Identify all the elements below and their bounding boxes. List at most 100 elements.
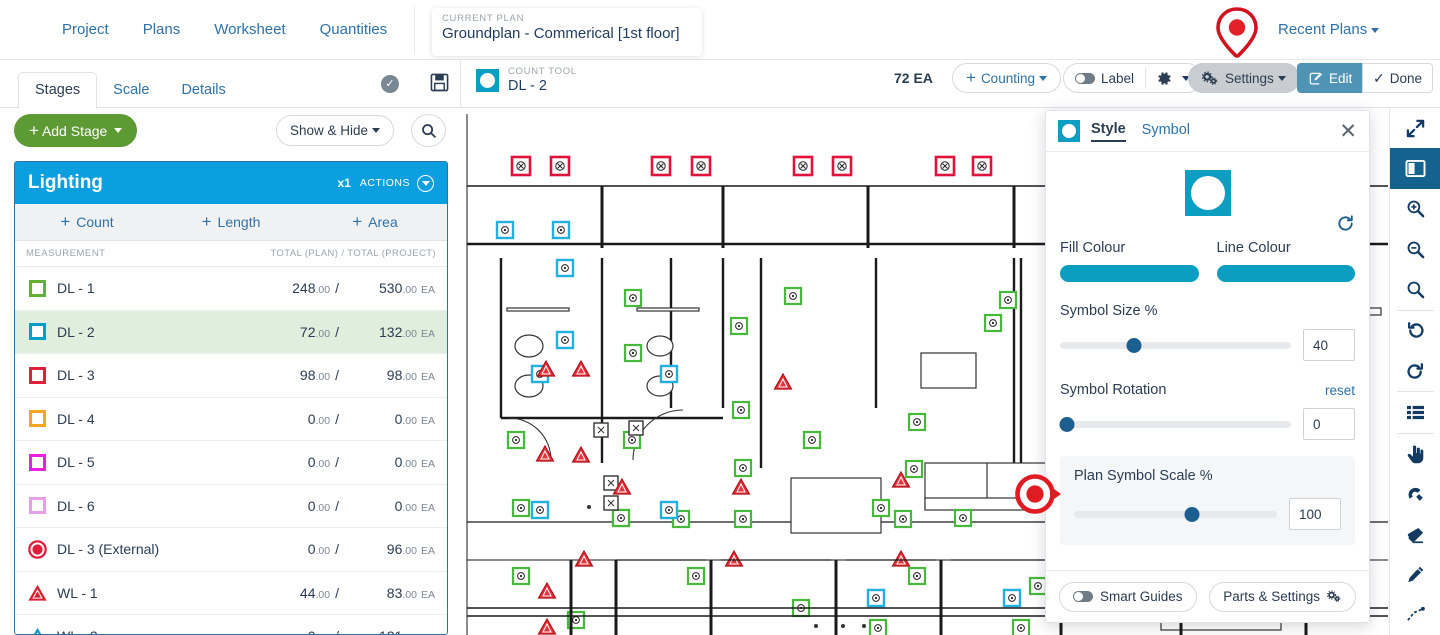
nav-item-project[interactable]: Project: [48, 13, 123, 46]
fill-colour-group: Fill Colour: [1060, 240, 1199, 282]
stage-actions-label[interactable]: ACTIONS: [360, 177, 410, 189]
counting-label: Counting: [980, 70, 1035, 86]
table-row[interactable]: DL - 5 0.00/0.00 EA: [15, 441, 447, 485]
counting-button[interactable]: + Counting: [952, 63, 1061, 93]
table-row[interactable]: DL - 2 72.00/132.00 EA: [15, 310, 447, 354]
plan-total-dec: .00: [315, 371, 331, 384]
polyline-icon[interactable]: [1390, 595, 1440, 635]
top-bar: Project Plans Worksheet Quantities CURRE…: [0, 0, 1440, 60]
table-row[interactable]: DL - 4 0.00/0.00 EA: [15, 398, 447, 441]
right-toolbar: [1389, 108, 1440, 635]
tab-symbol[interactable]: Symbol: [1142, 122, 1190, 141]
slider-handle[interactable]: [1126, 337, 1142, 353]
floppy-save-icon[interactable]: [430, 73, 449, 95]
add-count-button[interactable]: + Count: [15, 204, 159, 240]
zoom-icon[interactable]: [1390, 269, 1440, 309]
style-settings-panel: Style Symbol ✕ Fill Colour Line Colour S…: [1045, 110, 1370, 623]
table-row[interactable]: DL - 3 (External) 0.00/96.00 EA: [15, 528, 447, 572]
tab-scale[interactable]: Scale: [97, 73, 165, 108]
refresh-icon[interactable]: [1336, 214, 1355, 239]
add-measurement-row: + Count + Length + Area: [15, 204, 447, 241]
line-colour-swatch[interactable]: [1216, 265, 1355, 282]
tab-stages[interactable]: Stages: [18, 72, 98, 109]
plan-symbol-scale-input[interactable]: [1289, 498, 1341, 530]
symbol-rotation-reset-link[interactable]: reset: [1325, 383, 1355, 398]
project-total-dec: .00: [402, 588, 417, 601]
recent-plans-dropdown[interactable]: Recent Plans: [1278, 21, 1380, 38]
measurement-symbol-icon: [33, 628, 41, 634]
settings-button[interactable]: Settings: [1188, 63, 1300, 93]
nav-item-worksheet[interactable]: Worksheet: [200, 13, 299, 46]
project-total-dec: .00: [402, 284, 417, 297]
magnet-icon[interactable]: [1390, 474, 1440, 514]
check-circle-icon[interactable]: ✓: [381, 75, 399, 93]
done-button[interactable]: ✓ Done: [1362, 63, 1434, 93]
split-panel-icon[interactable]: [1389, 148, 1440, 189]
table-row[interactable]: WL - 20.00/121.00EA: [15, 615, 447, 634]
fill-colour-swatch[interactable]: [1060, 265, 1199, 282]
panel-symbol-icon: [1058, 120, 1080, 142]
add-length-label: Length: [217, 214, 261, 230]
symbol-size-input[interactable]: [1303, 329, 1355, 361]
row-icon-cell: [26, 627, 48, 634]
stage-actions-chevron-down-icon[interactable]: [417, 174, 434, 192]
nav-divider: [414, 6, 415, 54]
expand-icon[interactable]: [1390, 108, 1440, 148]
count-tool-symbol-icon: [476, 68, 499, 92]
measurement-values: 248.00/530.00 EA: [247, 280, 435, 296]
project-total-int: 121: [379, 628, 402, 634]
plus-icon: +: [201, 212, 212, 231]
plan-total-int: 44: [299, 584, 316, 601]
symbol-size-slider[interactable]: [1060, 337, 1291, 353]
tab-style[interactable]: Style: [1091, 121, 1126, 142]
row-icon-cell: [26, 453, 48, 471]
label-toggle[interactable]: Label: [1064, 71, 1145, 86]
project-total-dec: .00: [402, 545, 417, 558]
nav-item-quantities[interactable]: Quantities: [306, 13, 402, 46]
add-length-button[interactable]: + Length: [159, 204, 303, 240]
measurement-name: DL - 3: [57, 367, 95, 384]
current-plan-card[interactable]: CURRENT PLAN Groundplan - Commerical [1s…: [432, 8, 702, 56]
edit-button[interactable]: Edit: [1297, 63, 1364, 93]
table-row[interactable]: DL - 3 98.00/98.00 EA: [15, 354, 447, 398]
slider-handle[interactable]: [1059, 416, 1075, 432]
symbol-rotation-slider[interactable]: [1059, 416, 1291, 432]
nav-item-plans[interactable]: Plans: [129, 13, 195, 46]
measurement-values: 72.00/132.00 EA: [247, 324, 435, 340]
column-measurement: MEASUREMENT: [26, 248, 106, 259]
smart-guides-toggle[interactable]: Smart Guides: [1059, 581, 1197, 612]
eraser-icon[interactable]: [1390, 514, 1440, 554]
table-row[interactable]: DL - 1 248.00/530.00 EA: [15, 267, 447, 311]
symbol-rotation-input[interactable]: [1303, 408, 1355, 440]
table-row[interactable]: DL - 6 0.00/0.00 EA: [15, 485, 447, 528]
add-stage-button[interactable]: + Add Stage: [14, 114, 138, 147]
search-button[interactable]: [411, 114, 446, 147]
left-tabs: Stages Scale Details: [18, 60, 242, 109]
parts-settings-button[interactable]: Parts & Settings: [1209, 581, 1356, 612]
list-icon[interactable]: [1390, 392, 1440, 432]
row-icon-cell: [26, 366, 48, 384]
parts-settings-label: Parts & Settings: [1223, 589, 1320, 604]
symbol-size-label: Symbol Size %: [1060, 303, 1158, 319]
symbol-size-label-row: Symbol Size %: [1060, 303, 1355, 319]
plan-symbol-scale-slider[interactable]: [1074, 506, 1277, 522]
smart-guides-label: Smart Guides: [1100, 589, 1183, 604]
redo-icon[interactable]: [1390, 351, 1440, 391]
row-icon-cell: [26, 410, 48, 428]
zoom-out-icon[interactable]: [1390, 229, 1440, 269]
measurement-symbol-icon: [27, 584, 47, 601]
close-icon[interactable]: ✕: [1339, 121, 1357, 142]
slider-handle[interactable]: [1184, 506, 1200, 522]
pencil-icon[interactable]: [1390, 554, 1440, 594]
hand-pointer-icon[interactable]: [1390, 433, 1440, 473]
tab-details[interactable]: Details: [165, 73, 241, 108]
show-hide-dropdown[interactable]: Show & Hide: [276, 115, 395, 146]
project-total-int: 98: [386, 367, 403, 384]
table-row[interactable]: WL - 1 44.00/83.00 EA: [15, 572, 447, 615]
undo-icon[interactable]: [1390, 311, 1440, 351]
map-pin-record-icon[interactable]: [1214, 6, 1260, 58]
record-marker-icon[interactable]: [1014, 472, 1061, 514]
add-area-button[interactable]: + Area: [303, 204, 447, 240]
zoom-in-icon[interactable]: [1390, 189, 1440, 229]
line-colour-label: Line Colour: [1216, 240, 1291, 256]
